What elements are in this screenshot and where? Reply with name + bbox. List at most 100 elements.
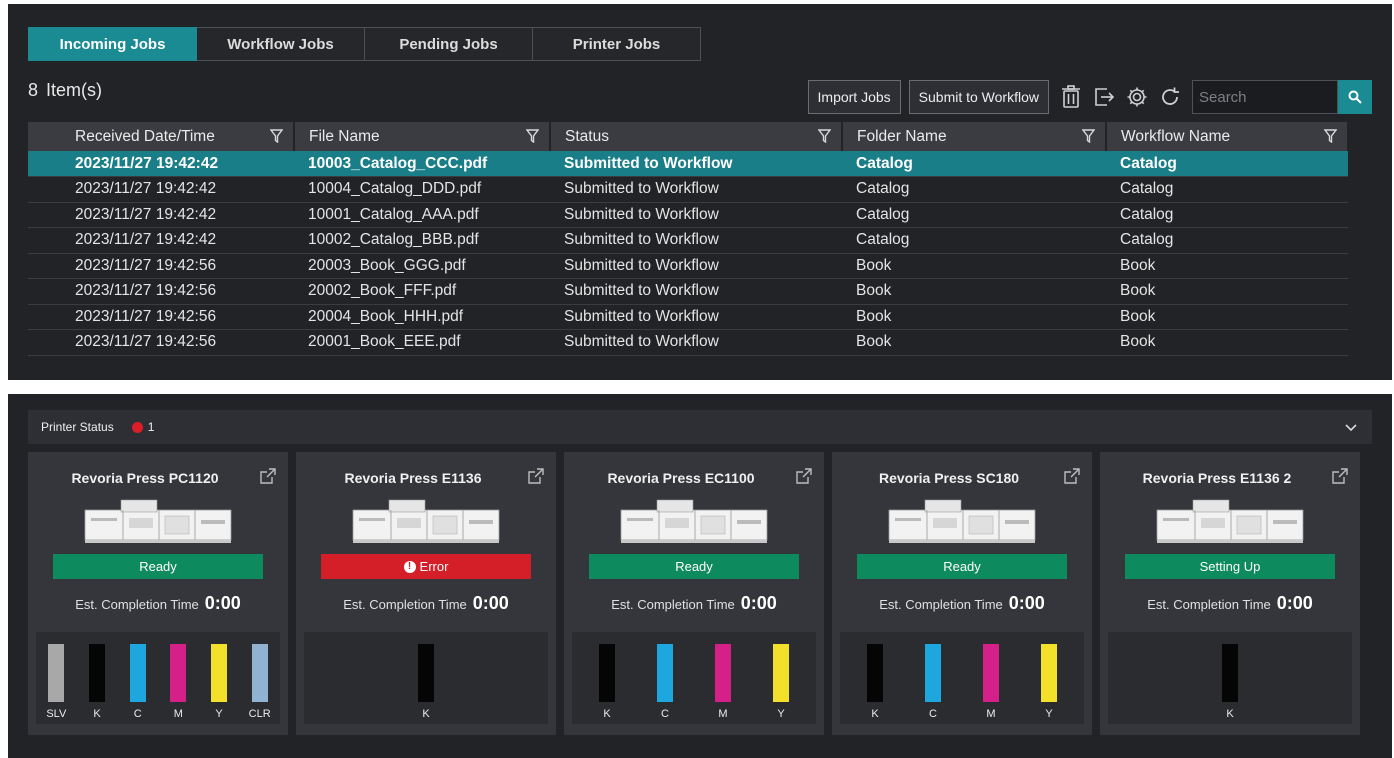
search-input[interactable] <box>1192 80 1338 114</box>
column-header-label: Folder Name <box>857 127 947 145</box>
table-cell: Book <box>842 329 1106 356</box>
ink-level-bar <box>773 644 789 702</box>
ink-gauge: Y <box>752 632 810 724</box>
ink-levels: SLV K C M Y CLR <box>36 632 280 724</box>
export-icon[interactable] <box>1093 80 1115 114</box>
ink-gauge: M <box>694 632 752 724</box>
table-row[interactable]: 2023/11/27 19:42:56 20002_Book_FFF.pdf Sub… <box>28 278 1348 305</box>
table-cell: 10001_Catalog_AAA.pdf <box>294 202 550 228</box>
printer-card[interactable]: Revoria Press E1136! Error Est. Completion… <box>296 452 556 735</box>
printer-name: Revoria Press E1136 <box>344 470 482 486</box>
open-external-icon[interactable] <box>796 468 812 489</box>
table-cell: Catalog <box>1106 227 1348 254</box>
printer-card[interactable]: Revoria Press EC1100 Ready Est. Completion… <box>564 452 824 735</box>
table-cell: 20003_Book_GGG.pdf <box>294 253 550 279</box>
chevron-down-icon[interactable] <box>1344 421 1358 433</box>
ink-level-bar <box>170 644 187 702</box>
ink-level-bar <box>129 644 146 702</box>
printer-card[interactable]: Revoria Press PC1120 Ready Est. Completion… <box>28 452 288 735</box>
printer-card[interactable]: Revoria Press SC180 Ready Est. Completion … <box>832 452 1092 735</box>
search-icon <box>1348 90 1362 104</box>
table-cell: Submitted to Workflow <box>550 304 842 330</box>
filter-icon[interactable] <box>526 129 539 143</box>
est-completion: Est. Completion Time 0:00 <box>832 593 1092 614</box>
table-row[interactable]: 2023/11/27 19:42:56 20004_Book_HHH.pdf Sub… <box>28 304 1348 330</box>
import-jobs-button[interactable]: Import Jobs <box>807 80 901 114</box>
ink-level-bar <box>1222 644 1238 702</box>
filter-icon[interactable] <box>818 129 831 143</box>
table-cell: 2023/11/27 19:42:42 <box>28 176 294 203</box>
ink-label: C <box>929 708 937 720</box>
printer-status-text: Setting Up <box>1199 559 1261 574</box>
filter-icon[interactable] <box>1082 129 1095 143</box>
ink-label: M <box>986 708 996 720</box>
printer-status-panel: Printer Status 1 Revoria Press PC1120 Rea… <box>8 394 1392 758</box>
tab-printer-jobs[interactable]: Printer Jobs <box>533 27 701 61</box>
open-external-icon[interactable] <box>528 468 544 489</box>
submit-to-workflow-button[interactable]: Submit to Workflow <box>908 80 1049 114</box>
open-external-icon[interactable] <box>1064 468 1080 489</box>
printer-image <box>887 498 1037 549</box>
ink-gauge: K <box>77 632 118 724</box>
est-completion-label: Est. Completion Time <box>879 597 1003 612</box>
ink-label: M <box>173 708 183 720</box>
printer-status-text: Ready <box>943 559 981 574</box>
search-button[interactable] <box>1338 80 1372 114</box>
table-cell: 2023/11/27 19:42:56 <box>28 304 294 330</box>
est-completion: Est. Completion Time 0:00 <box>564 593 824 614</box>
ink-gauge: K <box>846 632 904 724</box>
ink-levels: KCMY <box>840 632 1084 724</box>
table-cell: Submitted to Workflow <box>550 151 842 177</box>
column-header-received[interactable]: Received Date/Time <box>28 122 295 151</box>
ink-label: SLV <box>46 708 67 720</box>
table-cell: Book <box>1106 253 1348 279</box>
ink-levels: KCMY <box>572 632 816 724</box>
refresh-icon[interactable] <box>1159 80 1181 114</box>
tab-incoming-jobs[interactable]: Incoming Jobs <box>28 27 197 61</box>
table-row[interactable]: 2023/11/27 19:42:56 20003_Book_GGG.pdf Sub… <box>28 253 1348 279</box>
gear-icon[interactable] <box>1126 80 1148 114</box>
column-header-file-name[interactable]: File Name <box>294 122 551 151</box>
printer-status-header[interactable]: Printer Status 1 <box>28 410 1372 444</box>
column-header-status[interactable]: Status <box>550 122 843 151</box>
table-row[interactable]: 2023/11/27 19:42:42 10002_Catalog_BBB.pdf… <box>28 227 1348 254</box>
est-completion-time: 0:00 <box>740 593 777 613</box>
ink-level-bar <box>867 644 883 702</box>
filter-icon[interactable] <box>1324 129 1337 143</box>
ink-gauge: C <box>904 632 962 724</box>
printer-name: Revoria Press EC1100 <box>607 470 755 486</box>
ink-level-bar <box>1041 644 1057 702</box>
tab-pending-jobs[interactable]: Pending Jobs <box>365 27 533 61</box>
table-row[interactable]: 2023/11/27 19:42:56 20001_Book_EEE.pdf Sub… <box>28 329 1348 356</box>
jobs-panel: Incoming Jobs Workflow Jobs Pending Jobs… <box>8 4 1392 380</box>
column-header-folder-name[interactable]: Folder Name <box>842 122 1107 151</box>
filter-icon[interactable] <box>270 129 283 143</box>
table-cell: 2023/11/27 19:42:56 <box>28 329 294 356</box>
table-row[interactable]: 2023/11/27 19:42:42 10004_Catalog_DDD.pdf… <box>28 176 1348 203</box>
table-row[interactable]: 2023/11/27 19:42:42 10003_Catalog_CCC.pdf… <box>28 151 1348 177</box>
ink-levels: K <box>1108 632 1352 724</box>
table-cell: 2023/11/27 19:42:56 <box>28 253 294 279</box>
est-completion: Est. Completion Time 0:00 <box>1100 593 1360 614</box>
ink-gauge: Y <box>199 632 240 724</box>
table-cell: Catalog <box>1106 176 1348 203</box>
table-cell: Catalog <box>842 202 1106 228</box>
table-cell: Submitted to Workflow <box>550 278 842 305</box>
ink-gauge: CLR <box>239 632 280 724</box>
printer-status-badge: Ready <box>589 554 799 579</box>
trash-icon[interactable] <box>1060 80 1082 114</box>
table-cell: Book <box>842 304 1106 330</box>
printer-status-text: Ready <box>675 559 713 574</box>
printer-status-title: Printer Status <box>41 420 114 434</box>
tab-workflow-jobs[interactable]: Workflow Jobs <box>197 27 365 61</box>
printer-status-badge: Ready <box>857 554 1067 579</box>
table-cell: Book <box>1106 278 1348 305</box>
table-row[interactable]: 2023/11/27 19:42:42 10001_Catalog_AAA.pdf… <box>28 202 1348 228</box>
error-count: 1 <box>147 420 155 434</box>
open-external-icon[interactable] <box>1332 468 1348 489</box>
printer-card[interactable]: Revoria Press E1136 2 Setting Up Est. Comp… <box>1100 452 1360 735</box>
open-external-icon[interactable] <box>260 468 276 489</box>
column-header-workflow-name[interactable]: Workflow Name <box>1106 122 1349 151</box>
est-completion-label: Est. Completion Time <box>343 597 467 612</box>
printer-status-text: Error <box>419 559 449 574</box>
